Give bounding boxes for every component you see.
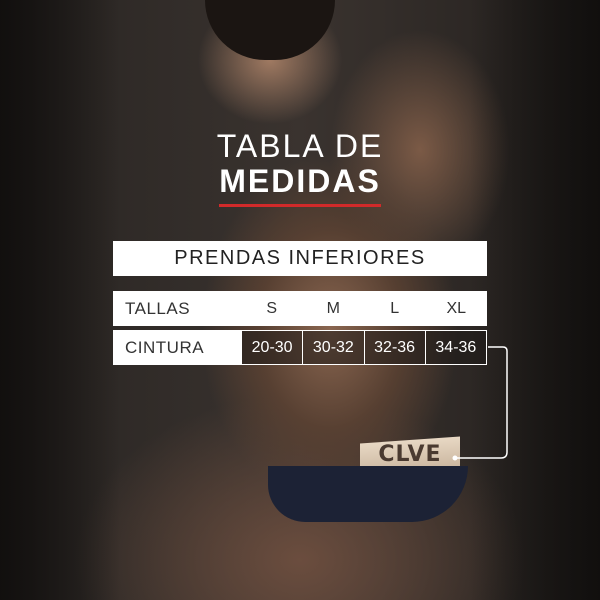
size-chart-poster: CLVE TABLA DE MEDIDAS PRENDAS INFERIORES… [0,0,600,600]
connector-dot [452,455,458,461]
waist-connector-line [452,346,508,461]
